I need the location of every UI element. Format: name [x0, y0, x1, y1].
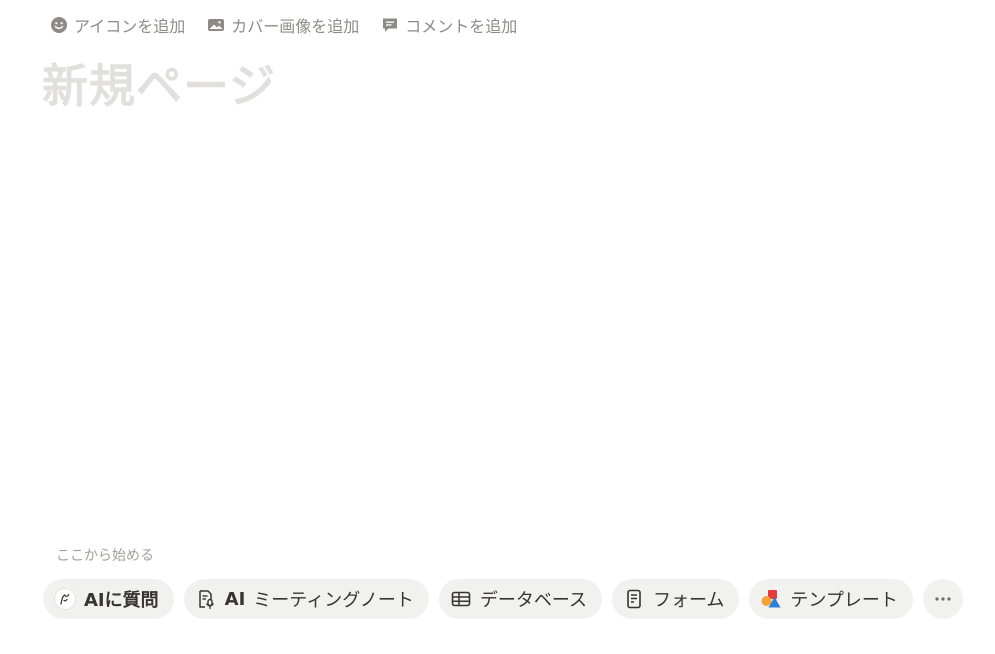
- template-shapes-icon: [761, 590, 781, 608]
- add-icon-label: アイコンを追加: [74, 17, 186, 36]
- page-title-input[interactable]: 新規ページ: [42, 50, 276, 116]
- ai-face-icon: [54, 588, 76, 610]
- ai-meeting-notes-label: ミーティングノート: [253, 590, 414, 611]
- add-comment-label: コメントを追加: [405, 17, 518, 36]
- form-button[interactable]: フォーム: [611, 579, 740, 619]
- database-button[interactable]: データベース: [438, 579, 602, 619]
- ask-ai-label: AIに質問: [84, 590, 159, 611]
- notion-new-page: アイコンを追加 カバー画像を追加 コメントを追加 新規ページ ここから始める A…: [0, 0, 995, 654]
- template-button[interactable]: テンプレート: [749, 579, 913, 619]
- template-label: テンプレート: [790, 590, 898, 611]
- form-label: フォーム: [652, 590, 725, 611]
- add-icon-button[interactable]: アイコンを追加: [48, 12, 187, 38]
- start-options: AIに質問 AI ミーティングノート データベース フォーム テンプレート: [43, 579, 963, 619]
- image-icon: [208, 19, 225, 31]
- more-options-button[interactable]: [922, 579, 963, 619]
- add-cover-button[interactable]: カバー画像を追加: [205, 12, 361, 38]
- ai-meeting-notes-button[interactable]: AI ミーティングノート: [183, 579, 429, 619]
- ellipsis-icon: [935, 597, 951, 601]
- add-cover-label: カバー画像を追加: [231, 17, 360, 36]
- add-comment-button[interactable]: コメントを追加: [379, 12, 519, 38]
- comment-icon: [383, 18, 398, 32]
- meeting-notes-icon: [198, 590, 214, 610]
- ask-ai-button[interactable]: AIに質問: [43, 579, 174, 619]
- start-here-label: ここから始める: [56, 548, 154, 564]
- database-label: データベース: [479, 590, 587, 611]
- page-header-actions: アイコンを追加 カバー画像を追加 コメントを追加: [48, 12, 519, 38]
- smiley-icon: [51, 17, 67, 33]
- form-icon: [627, 589, 641, 609]
- ai-meeting-notes-prefix: AI: [224, 588, 246, 610]
- table-icon: [451, 591, 471, 607]
